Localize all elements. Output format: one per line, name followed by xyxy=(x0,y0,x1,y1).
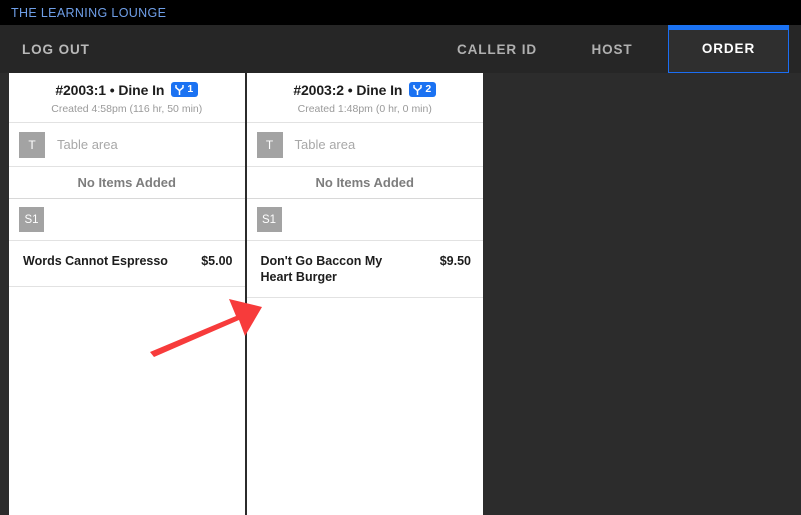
seat-chip: S1 xyxy=(19,207,44,232)
no-items-banner: No Items Added xyxy=(9,167,245,199)
guest-count-value: 1 xyxy=(187,83,194,96)
guest-split-icon xyxy=(413,84,423,95)
guest-count-badge[interactable]: 1 xyxy=(171,82,199,97)
main-toolbar: LOG OUT CALLER ID HOST ORDER xyxy=(0,25,801,73)
tab-order[interactable]: ORDER xyxy=(668,25,789,73)
no-items-banner: No Items Added xyxy=(246,167,483,199)
tab-order-label: ORDER xyxy=(701,41,756,56)
table-chip: T xyxy=(19,131,45,158)
table-area-row[interactable]: T Table area xyxy=(9,123,245,167)
seat-row[interactable]: S1 xyxy=(246,199,483,241)
order-item-row[interactable]: Words Cannot Espresso $5.00 xyxy=(9,241,245,287)
order-cards-container: #2003:1 • Dine In 1 Created 4:58pm (116 … xyxy=(9,73,483,515)
order-item-name: Don't Go Baccon My Heart Burger xyxy=(260,254,383,284)
tab-caller-id-label: CALLER ID xyxy=(456,41,538,57)
order-item-name: Words Cannot Espresso xyxy=(23,254,168,268)
order-item-price: $5.00 xyxy=(201,254,233,268)
order-title: #2003:2 • Dine In xyxy=(293,81,403,98)
order-card-header: #2003:2 • Dine In 2 Created 1:48pm (0 hr… xyxy=(246,73,484,123)
seat-chip: S1 xyxy=(256,207,282,232)
tab-host[interactable]: HOST xyxy=(558,25,666,73)
log-out-button[interactable]: LOG OUT xyxy=(22,25,90,73)
order-card[interactable]: #2003:1 • Dine In 1 Created 4:58pm (116 … xyxy=(9,73,247,515)
tab-order-active-indicator xyxy=(668,25,789,30)
order-card[interactable]: #2003:2 • Dine In 2 Created 1:48pm (0 hr… xyxy=(246,73,484,515)
guest-count-value: 2 xyxy=(425,83,432,96)
no-items-label: No Items Added xyxy=(315,175,414,190)
log-out-label: LOG OUT xyxy=(22,41,90,57)
tab-caller-id[interactable]: CALLER ID xyxy=(436,25,558,73)
order-item-price: $9.50 xyxy=(439,254,471,268)
order-item-row[interactable]: Don't Go Baccon My Heart Burger $9.50 xyxy=(246,241,483,299)
table-chip: T xyxy=(256,131,283,158)
order-card-header: #2003:1 • Dine In 1 Created 4:58pm (116 … xyxy=(9,73,245,123)
guest-count-badge[interactable]: 2 xyxy=(409,82,437,97)
tab-host-label: HOST xyxy=(591,41,633,57)
table-area-placeholder: Table area xyxy=(57,137,118,152)
table-area-row[interactable]: T Table area xyxy=(246,123,483,167)
title-bar: THE LEARNING LOUNGE xyxy=(0,0,801,25)
order-title: #2003:1 • Dine In xyxy=(55,81,165,98)
table-area-placeholder: Table area xyxy=(294,137,356,152)
order-created-timestamp: Created 4:58pm (116 hr, 50 min) xyxy=(51,103,203,115)
order-title-row: #2003:1 • Dine In 1 xyxy=(9,79,245,100)
order-created-timestamp: Created 1:48pm (0 hr, 0 min) xyxy=(297,103,432,115)
no-items-label: No Items Added xyxy=(77,175,176,190)
order-title-row: #2003:2 • Dine In 2 xyxy=(247,79,484,100)
guest-split-icon xyxy=(175,84,185,95)
app-title: THE LEARNING LOUNGE xyxy=(11,5,167,20)
seat-row[interactable]: S1 xyxy=(9,199,245,241)
pos-app-window: THE LEARNING LOUNGE LOG OUT CALLER ID HO… xyxy=(0,0,801,515)
